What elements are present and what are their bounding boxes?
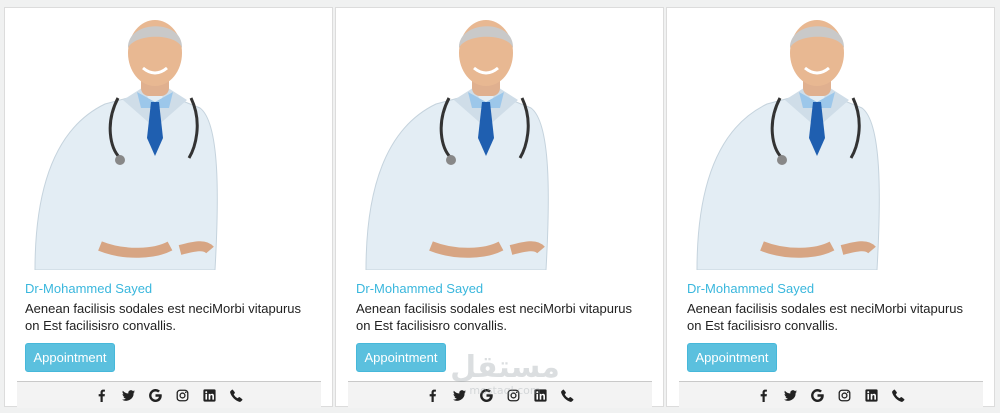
doctor-name[interactable]: Dr-Mohammed Sayed xyxy=(687,281,814,296)
doctor-photo xyxy=(667,8,996,270)
doctor-name[interactable]: Dr-Mohammed Sayed xyxy=(25,281,152,296)
google-icon[interactable] xyxy=(810,387,826,403)
doctor-description: Aenean facilisis sodales est neciMorbi v… xyxy=(356,301,633,333)
facebook-icon[interactable] xyxy=(94,387,110,403)
linkedin-icon[interactable] xyxy=(533,387,549,403)
social-links-bar xyxy=(17,381,321,408)
appointment-button[interactable]: Appointment xyxy=(25,343,115,372)
phone-icon[interactable] xyxy=(891,387,907,403)
doctor-cards-row: Dr-Mohammed Sayed Aenean facilisis sodal… xyxy=(0,0,1000,413)
instagram-icon[interactable] xyxy=(837,387,853,403)
twitter-icon[interactable] xyxy=(121,387,137,403)
appointment-button[interactable]: Appointment xyxy=(687,343,777,372)
facebook-icon[interactable] xyxy=(425,387,441,403)
google-icon[interactable] xyxy=(479,387,495,403)
doctor-name[interactable]: Dr-Mohammed Sayed xyxy=(356,281,483,296)
linkedin-icon[interactable] xyxy=(864,387,880,403)
instagram-icon[interactable] xyxy=(506,387,522,403)
linkedin-icon[interactable] xyxy=(202,387,218,403)
doctor-card: Dr-Mohammed Sayed Aenean facilisis sodal… xyxy=(666,7,996,408)
doctor-description: Aenean facilisis sodales est neciMorbi v… xyxy=(25,301,302,333)
google-icon[interactable] xyxy=(148,387,164,403)
doctor-photo xyxy=(5,8,334,270)
social-links-bar xyxy=(348,381,652,408)
phone-icon[interactable] xyxy=(229,387,245,403)
social-links-bar xyxy=(679,381,983,408)
twitter-icon[interactable] xyxy=(783,387,799,403)
twitter-icon[interactable] xyxy=(452,387,468,403)
phone-icon[interactable] xyxy=(560,387,576,403)
facebook-icon[interactable] xyxy=(756,387,772,403)
doctor-description: Aenean facilisis sodales est neciMorbi v… xyxy=(687,301,964,333)
instagram-icon[interactable] xyxy=(175,387,191,403)
doctor-photo xyxy=(336,8,665,270)
doctor-card: Dr-Mohammed Sayed Aenean facilisis sodal… xyxy=(4,7,334,408)
appointment-button[interactable]: Appointment xyxy=(356,343,446,372)
doctor-card: Dr-Mohammed Sayed Aenean facilisis sodal… xyxy=(335,7,665,408)
